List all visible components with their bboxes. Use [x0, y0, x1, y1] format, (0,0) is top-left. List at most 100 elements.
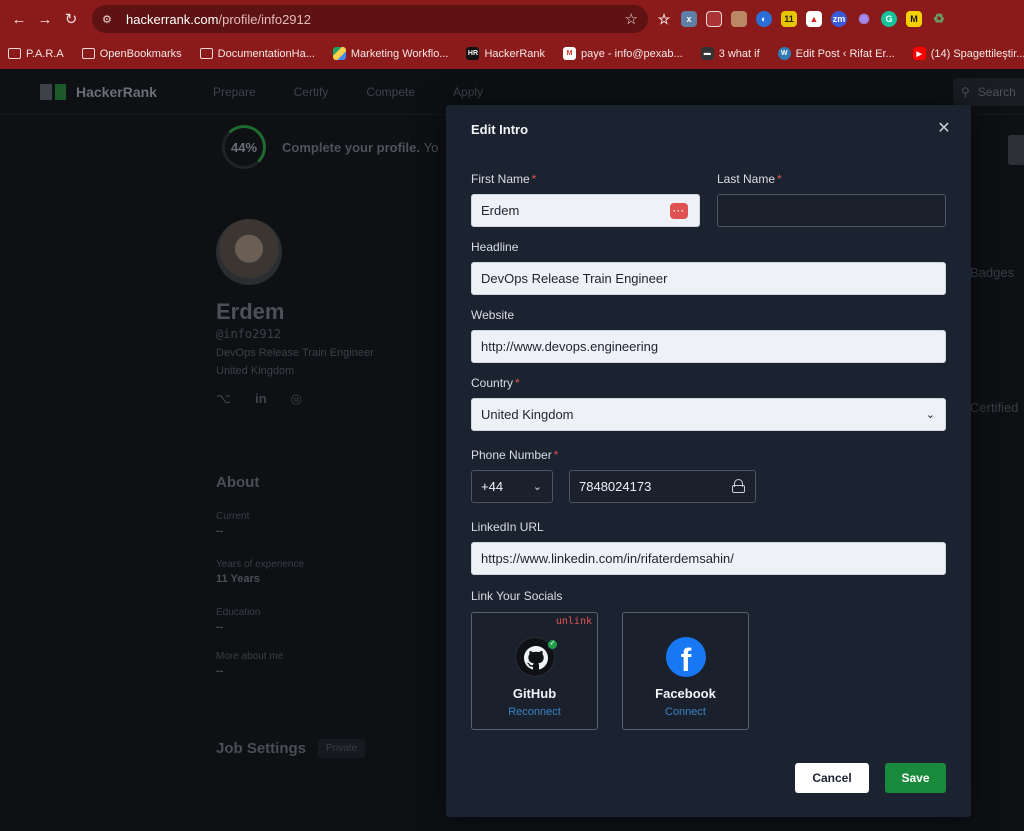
globe-icon[interactable]: ◎: [291, 391, 302, 407]
search-icon: ⚲: [961, 85, 970, 99]
extension-m-icon[interactable]: M: [906, 11, 922, 27]
progress-percent: 44%: [230, 139, 258, 155]
grammarly-icon[interactable]: G: [881, 11, 897, 27]
first-name-field[interactable]: Erdem ···: [471, 194, 700, 227]
last-name-field[interactable]: [717, 194, 946, 227]
extension-x-icon[interactable]: x: [681, 11, 697, 27]
back-arrow-icon[interactable]: ←: [6, 6, 32, 32]
folder-icon: [81, 48, 95, 59]
nav-link-compete[interactable]: Compete: [366, 85, 415, 99]
facebook-card[interactable]: f Facebook Connect: [622, 612, 749, 730]
bookmark-item[interactable]: DocumentationHa...: [199, 47, 315, 60]
extension-box-icon[interactable]: [731, 11, 747, 27]
bookmark-label: DocumentationHa...: [217, 47, 315, 60]
last-name-label: Last Name *: [717, 172, 782, 186]
forward-arrow-icon[interactable]: →: [32, 6, 58, 32]
phone-number-field[interactable]: 7848024173: [569, 470, 756, 503]
experience-value: 11 Years: [216, 573, 260, 585]
progress-ring: 44%: [222, 125, 266, 169]
bookmark-label: HackerRank: [484, 47, 546, 60]
progress-tail-text: Yo: [423, 139, 439, 155]
extension-gear-icon[interactable]: ✺: [856, 11, 872, 27]
headline-value: DevOps Release Train Engineer: [481, 271, 668, 286]
facebook-connect-link[interactable]: Connect: [623, 706, 748, 718]
phone-code-value: +44: [481, 479, 504, 494]
close-icon[interactable]: ✕: [936, 121, 952, 137]
linkedin-icon[interactable]: in: [255, 391, 267, 407]
bookmark-label: P.A.R.A: [26, 47, 64, 60]
site-settings-icon[interactable]: ⚙: [102, 13, 118, 26]
country-select[interactable]: United Kingdom ⌄: [471, 398, 946, 431]
bookmark-label: paye - info@pexab...: [581, 47, 683, 60]
nav-link-prepare[interactable]: Prepare: [213, 85, 256, 99]
bookmark-item[interactable]: W Edit Post ‹ Rifat Er...: [777, 47, 895, 60]
education-value: --: [216, 621, 224, 633]
github-icon[interactable]: ⌥: [216, 391, 231, 407]
password-manager-icon[interactable]: ···: [670, 203, 688, 219]
progress-title-text: Complete your profile.: [282, 139, 420, 155]
phone-code-select[interactable]: +44 ⌄: [471, 470, 553, 503]
bookmark-item[interactable]: ▶ (14) Spagettileştir...: [912, 47, 1024, 60]
browser-toolbar: ← → ↻ ⚙ hackerrank.com/profile/info2912 …: [0, 0, 1024, 38]
chevron-down-icon: ⌄: [532, 481, 542, 493]
site-search[interactable]: ⚲ Search: [953, 78, 1024, 106]
job-settings-title: Job Settings: [216, 740, 307, 757]
reload-icon[interactable]: ↻: [58, 6, 84, 32]
search-placeholder: Search: [977, 85, 1016, 99]
profile-handle: @info2912: [216, 327, 282, 341]
nav-link-certify[interactable]: Certify: [294, 85, 329, 99]
headline-label: Headline: [471, 240, 519, 254]
url-text[interactable]: hackerrank.com/profile/info2912: [126, 12, 625, 27]
headline-field[interactable]: DevOps Release Train Engineer: [471, 262, 946, 295]
profile-card: Erdem @info2912 DevOps Release Train Eng…: [216, 219, 374, 407]
bookmark-star-icon[interactable]: ☆: [625, 10, 638, 28]
cancel-button[interactable]: Cancel: [795, 763, 869, 793]
extension-recycle-icon[interactable]: ♻: [931, 11, 947, 27]
bookmark-item[interactable]: ▬ 3 what if: [700, 47, 760, 60]
first-name-value: Erdem: [481, 203, 520, 218]
country-value: United Kingdom: [481, 407, 574, 422]
about-section: About Current -- Years of experience 11 …: [216, 474, 304, 677]
github-icon: ✓: [515, 637, 558, 677]
private-badge: Private: [318, 739, 366, 758]
experience-label: Years of experience: [216, 559, 305, 570]
github-unlink-link[interactable]: unlink: [556, 616, 592, 627]
chevron-down-icon: ⌄: [925, 409, 935, 421]
url-path: /profile/info2912: [218, 11, 311, 27]
github-reconnect-link[interactable]: Reconnect: [472, 706, 597, 718]
brand-name: HackerRank: [76, 83, 157, 100]
github-mark-svg: [524, 646, 548, 670]
bookmark-item[interactable]: OpenBookmarks: [81, 48, 182, 60]
bookmark-item[interactable]: HR HackerRank: [466, 47, 545, 60]
address-bar[interactable]: ⚙ hackerrank.com/profile/info2912 ☆: [92, 5, 648, 33]
linkedin-url-field[interactable]: https://www.linkedin.com/in/rifaterdemsa…: [471, 542, 946, 575]
bookmark-item[interactable]: P.A.R.A: [8, 48, 64, 60]
certified-heading: Certified: [970, 400, 1019, 415]
required-asterisk: *: [531, 172, 537, 186]
linkedin-url-value: https://www.linkedin.com/in/rifaterdemsa…: [481, 551, 734, 566]
hackerrank-logo[interactable]: HackerRank: [40, 83, 157, 100]
education-label: Education: [216, 607, 261, 618]
bookmark-item[interactable]: Mpaye - info@pexab...: [563, 47, 683, 60]
extension-red-icon[interactable]: ▲: [806, 11, 822, 27]
nav-link-apply[interactable]: Apply: [453, 85, 483, 99]
hackerrank-logo-icon: [40, 83, 66, 100]
extension-circle-icon[interactable]: ◐: [756, 11, 772, 27]
save-button[interactable]: Save: [885, 763, 946, 793]
bookmark-item[interactable]: Marketing Workflo...: [332, 47, 448, 60]
side-button[interactable]: [1008, 135, 1024, 165]
more-about-label: More about me: [216, 651, 284, 662]
extension-badge-icon[interactable]: 11: [781, 11, 797, 27]
required-asterisk: *: [777, 172, 782, 186]
phone-label-text: Phone Number: [471, 448, 552, 462]
socials-label: Link Your Socials: [471, 589, 563, 603]
website-field[interactable]: http://www.devops.engineering: [471, 330, 946, 363]
github-name: GitHub: [512, 686, 557, 701]
job-settings: Job Settings Private: [216, 739, 366, 758]
github-card[interactable]: unlink ✓ GitHub Reconnect: [471, 612, 598, 730]
wordpress-icon: W: [777, 47, 791, 60]
extension-zm-icon[interactable]: zm: [831, 11, 847, 27]
star-icon[interactable]: ☆: [656, 11, 672, 27]
about-title: About: [216, 474, 260, 491]
extension-frame-icon[interactable]: [706, 11, 722, 27]
